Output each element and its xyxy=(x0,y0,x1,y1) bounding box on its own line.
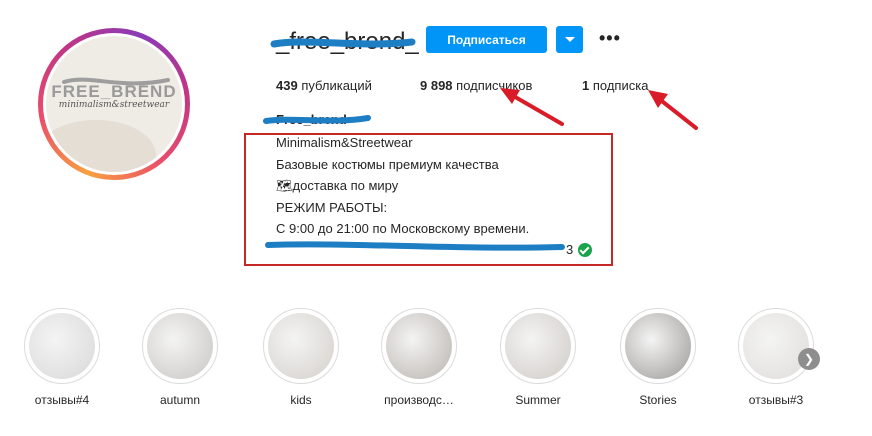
bio-line-5: С 9:00 до 21:00 по Московскому времени. xyxy=(276,221,530,236)
highlight-image xyxy=(625,313,691,379)
story-highlight[interactable]: kids xyxy=(259,308,343,407)
more-options-icon[interactable]: ••• xyxy=(599,29,621,47)
avatar-logo-subtitle: minimalism&streetwear xyxy=(58,100,170,110)
followers-number: 9 898 xyxy=(420,78,453,93)
annotation-arrow-following xyxy=(648,90,698,130)
highlight-label: Stories xyxy=(639,393,677,407)
highlight-cover xyxy=(500,308,576,384)
highlight-image xyxy=(743,313,809,379)
annotation-arrow-followers xyxy=(500,88,564,126)
highlight-image xyxy=(268,313,334,379)
highlight-cover xyxy=(620,308,696,384)
next-arrow-icon[interactable]: ❯ xyxy=(798,348,820,370)
highlight-cover xyxy=(24,308,100,384)
highlight-cover xyxy=(738,308,814,384)
follow-button[interactable]: Подписаться xyxy=(426,26,547,53)
highlight-image xyxy=(147,313,213,379)
story-highlight[interactable]: производс… xyxy=(377,308,461,407)
avatar-scribble-overlay xyxy=(62,77,170,86)
story-highlight[interactable]: Stories xyxy=(616,308,700,407)
highlight-cover xyxy=(142,308,218,384)
highlight-label: отзывы#3 xyxy=(748,393,804,407)
story-highlight[interactable]: отзывы#4 xyxy=(20,308,104,407)
bio-line-4: РЕЖИМ РАБОТЫ: xyxy=(276,200,388,215)
story-highlight[interactable]: autumn xyxy=(138,308,222,407)
highlight-cover xyxy=(263,308,339,384)
highlight-label: отзывы#4 xyxy=(34,393,90,407)
highlight-label: Summer xyxy=(515,393,561,407)
profile-avatar[interactable]: FREE_BREND minimalism&streetwear xyxy=(38,28,190,180)
verified-check-icon xyxy=(578,243,592,257)
story-highlight[interactable]: Summer xyxy=(496,308,580,407)
posts-count: 439 публикаций xyxy=(276,78,372,93)
posts-label: публикаций xyxy=(301,78,372,93)
avatar-background-shape xyxy=(46,120,156,172)
highlight-label: autumn xyxy=(159,393,201,407)
bio-name-scribble-overlay xyxy=(263,115,371,124)
suggested-dropdown-button[interactable] xyxy=(556,26,583,53)
highlight-label: kids xyxy=(290,393,312,407)
posts-number: 439 xyxy=(276,78,298,93)
username-scribble-overlay xyxy=(270,38,416,48)
highlight-image xyxy=(505,313,571,379)
bio-line-3: 🗺доставка по миру xyxy=(276,178,399,193)
bio-line-2: Базовые костюмы премиум качества xyxy=(276,157,499,172)
highlight-label: производс… xyxy=(384,393,454,407)
highlight-cover xyxy=(381,308,457,384)
avatar-border: FREE_BREND minimalism&streetwear xyxy=(43,33,185,175)
bio-contact-scribble-overlay xyxy=(265,241,565,251)
following-link[interactable]: 1 подписка xyxy=(582,78,648,93)
highlight-image xyxy=(386,313,452,379)
bio-line-1: Minimalism&Streetwear xyxy=(276,135,413,150)
highlight-image xyxy=(29,313,95,379)
following-number: 1 xyxy=(582,78,590,93)
avatar-image: FREE_BREND minimalism&streetwear xyxy=(46,36,182,172)
chevron-down-icon xyxy=(565,37,575,42)
